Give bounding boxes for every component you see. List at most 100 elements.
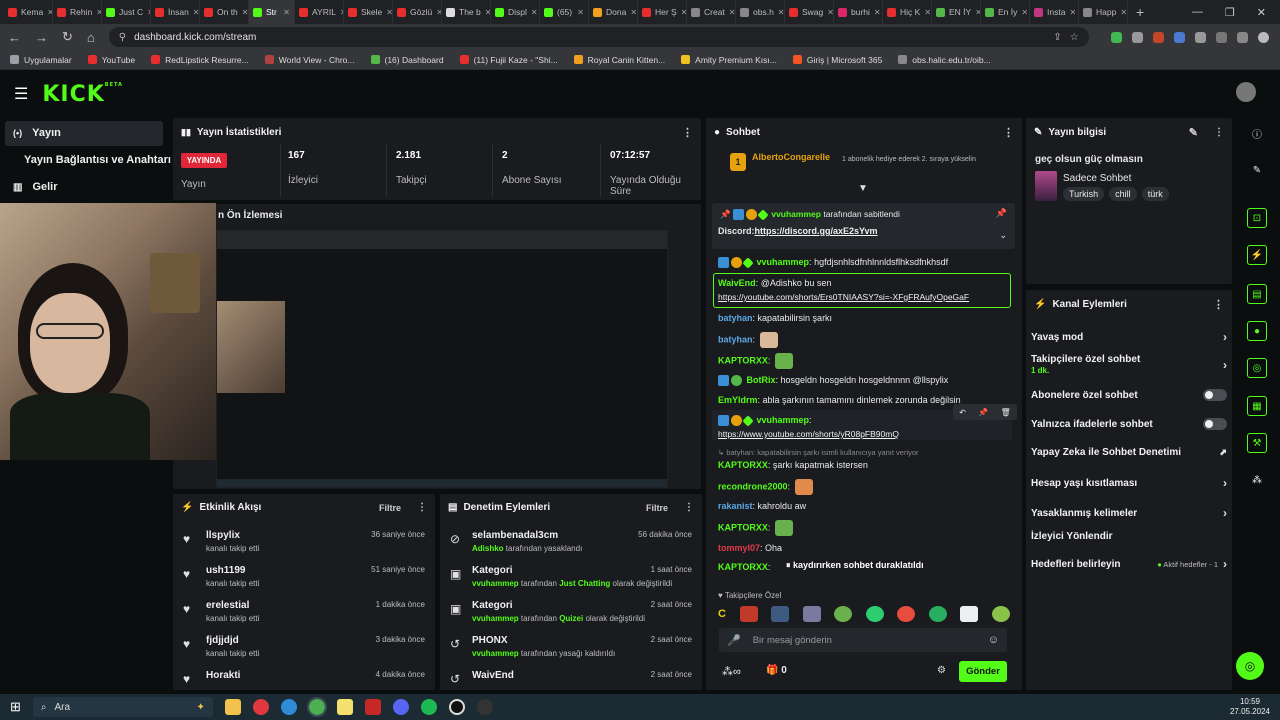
browser-tab[interactable]: (65) ✕ xyxy=(540,0,589,24)
browser-tab[interactable]: En İy ✕ xyxy=(981,0,1030,24)
browser-tab[interactable]: AYRIL✕ xyxy=(295,0,344,24)
bookmark-item[interactable]: Uygulamalar xyxy=(10,55,72,65)
subscribers-only-toggle[interactable] xyxy=(1203,389,1227,401)
raid-row[interactable]: İzleyici Yönlendir xyxy=(1031,531,1227,542)
browser-tab[interactable]: Her Ş ✕ xyxy=(638,0,687,24)
chat-username[interactable]: KAPTORXX xyxy=(718,460,768,470)
tab-close-icon[interactable]: ✕ xyxy=(1021,8,1028,17)
bookmark-item[interactable]: RedLipstick Resurre... xyxy=(151,55,249,65)
emote-c-icon[interactable]: C xyxy=(718,608,726,620)
kebab-menu-icon[interactable]: ⋮ xyxy=(1214,127,1224,138)
emote-only-toggle[interactable] xyxy=(1203,418,1227,430)
puzzle-icon[interactable] xyxy=(1194,31,1206,43)
slow-mode-row[interactable]: Yavaş mod › xyxy=(1031,330,1227,344)
activity-item[interactable]: ♥ ush1199 kanalı takip etti 51 saniye önce xyxy=(173,565,435,599)
address-bar[interactable]: ⚲ dashboard.kick.com/stream ⇪ ☆ xyxy=(108,27,1089,47)
support-chat-icon[interactable]: ◎ xyxy=(1236,652,1264,680)
chat-paused-notice[interactable]: ⏸ kaydırırken sohbet duraklatıldı xyxy=(786,560,924,571)
close-icon[interactable]: ✕ xyxy=(1257,6,1266,19)
new-tab-button[interactable]: + xyxy=(1128,4,1152,20)
edit-icon[interactable]: ✎ xyxy=(1189,126,1198,139)
pencil-icon[interactable]: ✎ xyxy=(1247,160,1267,180)
emoji-icon[interactable]: ☺ xyxy=(988,634,999,646)
browser-tab[interactable]: Displ ✕ xyxy=(491,0,540,24)
emote-icon[interactable] xyxy=(771,606,790,622)
chat-username[interactable]: batyhan xyxy=(718,313,753,323)
chat-username[interactable]: BotRix xyxy=(747,375,776,385)
bookmark-item[interactable]: Giriş | Microsoft 365 xyxy=(792,55,882,65)
bookmark-item[interactable]: Royal Canin Kitten... xyxy=(573,55,665,65)
bolt-icon[interactable]: ⚡ xyxy=(1247,245,1267,265)
reload-icon[interactable]: ↻ xyxy=(62,29,73,45)
file-explorer-icon[interactable] xyxy=(224,699,241,715)
emote-icon[interactable] xyxy=(960,606,979,622)
extension-shield-icon[interactable] xyxy=(1110,31,1122,43)
tab-close-icon[interactable]: ✕ xyxy=(874,8,881,17)
browser-tab[interactable]: Rehin✕ xyxy=(53,0,102,24)
browser-tab[interactable]: Kema✕ xyxy=(4,0,53,24)
user-avatar[interactable] xyxy=(1236,82,1256,102)
pinned-user[interactable]: vvuhammep xyxy=(771,209,821,219)
emote-icon[interactable] xyxy=(739,606,758,622)
browser-tab[interactable]: obs.h ✕ xyxy=(736,0,785,24)
kebab-menu-icon[interactable]: ⋮ xyxy=(1003,126,1014,139)
moderation-item[interactable]: ▣ Kategori vvuhammep tarafından Quizei ola… xyxy=(440,600,702,634)
browser-tab[interactable]: Gözlü✕ xyxy=(393,0,442,24)
tab-close-icon[interactable]: ✕ xyxy=(778,8,784,17)
discord-icon[interactable] xyxy=(392,699,409,715)
tab-close-icon[interactable]: ✕ xyxy=(386,8,392,17)
home-icon[interactable]: ⌂ xyxy=(87,30,95,45)
tab-close-icon[interactable]: ✕ xyxy=(577,8,584,17)
tab-close-icon[interactable]: ✕ xyxy=(531,8,538,17)
forward-icon[interactable]: → xyxy=(35,30,48,45)
gift-leader-name[interactable]: AlbertoCongarelle xyxy=(752,152,830,162)
microphone-icon[interactable]: 🎤 xyxy=(727,634,741,647)
chat-username[interactable]: tommyl07 xyxy=(718,543,760,553)
emote-icon[interactable] xyxy=(928,606,947,622)
activity-item[interactable]: ♥ fjdjjdjd kanalı takip etti 3 dakika önce xyxy=(173,635,435,669)
moderation-item[interactable]: ⊘ selambenadal3cm Adishko tarafından yasak… xyxy=(440,530,702,564)
bookmark-item[interactable]: YouTube xyxy=(87,55,135,65)
broadcast-icon[interactable]: ◎ xyxy=(1247,358,1267,378)
chat-icon[interactable]: ● xyxy=(1247,321,1267,341)
browser-tab[interactable]: On th ✕ xyxy=(200,0,249,24)
chat-username[interactable]: EmYldrm xyxy=(718,395,758,405)
chat-username[interactable]: recondrone2000 xyxy=(718,481,788,491)
browser-tab[interactable]: İnsan ✕ xyxy=(151,0,200,24)
tab-close-icon[interactable]: ✕ xyxy=(729,8,735,17)
collapse-icon[interactable]: ▼ xyxy=(858,183,868,194)
widgets-icon[interactable]: ⁂ xyxy=(1247,470,1267,490)
tag-chip[interactable]: chill xyxy=(1109,187,1137,201)
browser-tab[interactable]: Creat ✕ xyxy=(687,0,736,24)
chat-username[interactable]: KAPTORXX xyxy=(718,562,768,572)
tab-close-icon[interactable]: ✕ xyxy=(242,8,248,17)
chat-link[interactable]: https://www.youtube.com/shorts/yR08pFB90… xyxy=(718,429,899,439)
emote-icon[interactable] xyxy=(865,606,884,622)
share-icon[interactable]: ⇪ xyxy=(1053,32,1061,43)
tab-close-icon[interactable]: ✕ xyxy=(630,8,637,17)
extension-icon[interactable] xyxy=(1131,31,1143,43)
filter-button[interactable]: Filtre xyxy=(379,503,401,513)
pinned-link[interactable]: https://discord.gg/axE2sYvm xyxy=(755,226,878,236)
info-icon[interactable]: ⓘ xyxy=(1247,123,1267,143)
profile-avatar[interactable] xyxy=(1257,31,1269,43)
steam-icon[interactable] xyxy=(476,699,493,715)
minimize-icon[interactable]: — xyxy=(1192,6,1203,18)
edge-icon[interactable] xyxy=(280,699,297,715)
filter-button[interactable]: Filtre xyxy=(646,503,668,513)
tab-close-icon[interactable]: ✕ xyxy=(193,8,199,17)
wrench-icon[interactable]: ⚒ xyxy=(1247,433,1267,453)
taskbar-clock[interactable]: 10:59 27.05.2024 xyxy=(1230,697,1270,717)
chat-username[interactable]: rakanist xyxy=(718,501,753,511)
chat-input[interactable]: 🎤 Bir mesaj gönderin ☺ xyxy=(719,628,1007,652)
back-icon[interactable]: ← xyxy=(8,30,21,45)
extension-fox-icon[interactable] xyxy=(1152,31,1164,43)
notes-icon[interactable] xyxy=(336,699,353,715)
screenshot-icon[interactable]: ⊡ xyxy=(1247,208,1267,228)
windows-start-icon[interactable]: ⊞ xyxy=(10,699,21,715)
category-name[interactable]: Sadece Sohbet xyxy=(1063,173,1131,184)
bookmark-star-icon[interactable]: ☆ xyxy=(1070,32,1079,43)
chevron-down-icon[interactable]: ⌄ xyxy=(999,230,1007,241)
browser-tab[interactable]: The b ✕ xyxy=(442,0,491,24)
chrome-icon[interactable] xyxy=(306,697,327,717)
